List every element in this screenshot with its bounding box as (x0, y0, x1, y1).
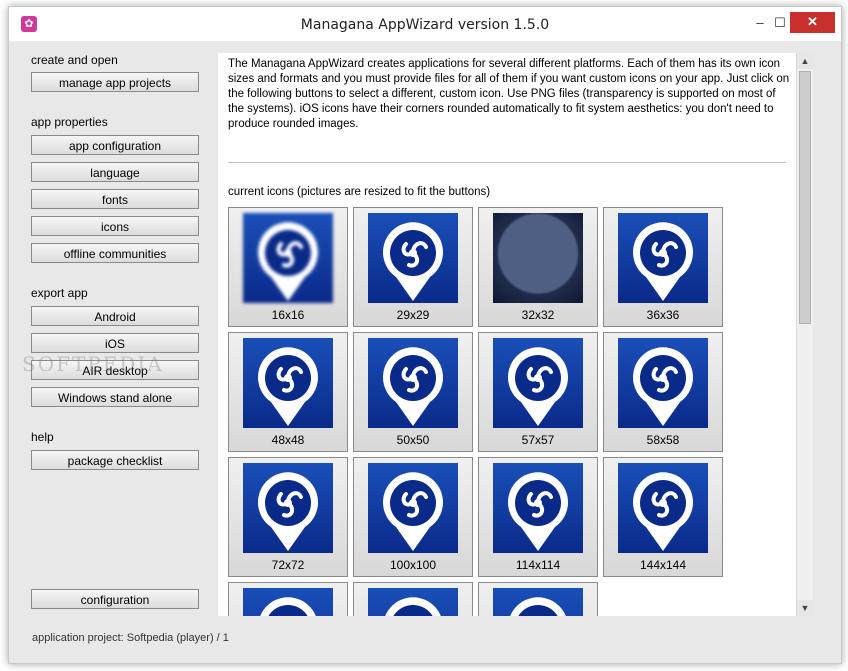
content-panel: The Managana AppWizard creates applicati… (218, 53, 796, 616)
configuration-button[interactable]: configuration (31, 589, 199, 609)
icon-button-58x58[interactable]: 58x58 (603, 332, 723, 452)
managana-triskelion-icon (493, 338, 583, 428)
icon-button-144x144[interactable]: 144x144 (603, 457, 723, 577)
app-configuration-button[interactable]: app configuration (31, 135, 199, 155)
scroll-up-arrow-icon[interactable]: ▲ (797, 53, 813, 69)
managana-triskelion-icon (368, 588, 458, 616)
managana-triskelion-icon (493, 588, 583, 616)
icon-button-57x57[interactable]: 57x57 (478, 332, 598, 452)
managana-triskelion-icon (243, 338, 333, 428)
managana-triskelion-icon (618, 463, 708, 553)
description-text: The Managana AppWizard creates applicati… (228, 58, 790, 130)
app-window: ✿ Managana AppWizard version 1.5.0 – ☐ ✕… (8, 6, 842, 664)
ios-button[interactable]: iOS (31, 333, 199, 353)
managana-triskelion-icon (368, 338, 458, 428)
managana-triskelion-icon (618, 213, 708, 303)
vertical-scrollbar[interactable]: ▲ ▼ (796, 53, 813, 616)
icon-button-partial-14[interactable] (478, 582, 598, 616)
managana-triskelion-icon (243, 588, 333, 616)
language-button[interactable]: language (31, 162, 199, 182)
scroll-down-arrow-icon[interactable]: ▼ (797, 600, 813, 616)
icon-size-label: 144x144 (639, 558, 687, 572)
icon-size-label: 50x50 (396, 433, 430, 447)
managana-triskelion-icon (493, 463, 583, 553)
managana-triskelion-icon (368, 213, 458, 303)
section-help: help (31, 430, 54, 444)
icon-size-label: 16x16 (271, 308, 305, 322)
icon-button-50x50[interactable]: 50x50 (353, 332, 473, 452)
section-create-and-open: create and open (31, 53, 118, 67)
icon-button-36x36[interactable]: 36x36 (603, 207, 723, 327)
managana-triskelion-icon (243, 463, 333, 553)
offline-communities-button[interactable]: offline communities (31, 243, 199, 263)
section-export-app: export app (31, 286, 88, 300)
sidebar: create and open manage app projects app … (22, 47, 210, 617)
managana-triskelion-icon (368, 463, 458, 553)
icon-button-32x32[interactable]: 32x32 (478, 207, 598, 327)
title-bar: ✿ Managana AppWizard version 1.5.0 – ☐ ✕ (9, 7, 841, 41)
icon-button-partial-12[interactable] (228, 582, 348, 616)
icon-size-label: 114x114 (515, 558, 561, 572)
softpedia-watermark: SOFTPEDIA (22, 352, 164, 376)
icon-button-16x16[interactable]: 16x16 (228, 207, 348, 327)
icon-button-72x72[interactable]: 72x72 (228, 457, 348, 577)
windows-stand-alone-button[interactable]: Windows stand alone (31, 387, 199, 407)
icons-button[interactable]: icons (31, 216, 199, 236)
current-icons-label: current icons (pictures are resized to f… (228, 186, 491, 198)
manage-app-projects-button[interactable]: manage app projects (31, 72, 199, 92)
maximize-button[interactable]: ☐ (769, 13, 791, 33)
icon-size-label: 57x57 (521, 433, 555, 447)
icon-button-114x114[interactable]: 114x114 (478, 457, 598, 577)
managana-triskelion-icon (618, 338, 708, 428)
icon-size-label: 58x58 (646, 433, 680, 447)
softpedia-logo-icon (493, 213, 583, 303)
icon-button-29x29[interactable]: 29x29 (353, 207, 473, 327)
window-title: Managana AppWizard version 1.5.0 (300, 17, 550, 33)
icon-button-48x48[interactable]: 48x48 (228, 332, 348, 452)
section-app-properties: app properties (31, 115, 108, 129)
close-button[interactable]: ✕ (790, 12, 835, 33)
status-bar: application project: Softpedia (player) … (32, 632, 229, 644)
fonts-button[interactable]: fonts (31, 189, 199, 209)
divider (228, 162, 786, 163)
android-button[interactable]: Android (31, 306, 199, 326)
icon-size-label: 32x32 (521, 308, 555, 322)
icon-button-partial-13[interactable] (353, 582, 473, 616)
icon-size-label: 100x100 (389, 558, 437, 572)
managana-triskelion-icon (243, 213, 333, 303)
icon-size-label: 72x72 (271, 558, 305, 572)
icon-button-100x100[interactable]: 100x100 (353, 457, 473, 577)
icon-size-label: 48x48 (271, 433, 305, 447)
icon-size-label: 29x29 (396, 308, 430, 322)
scrollbar-thumb[interactable] (799, 71, 811, 324)
package-checklist-button[interactable]: package checklist (31, 450, 199, 470)
icon-size-label: 36x36 (646, 308, 680, 322)
minimize-button[interactable]: – (749, 13, 771, 33)
